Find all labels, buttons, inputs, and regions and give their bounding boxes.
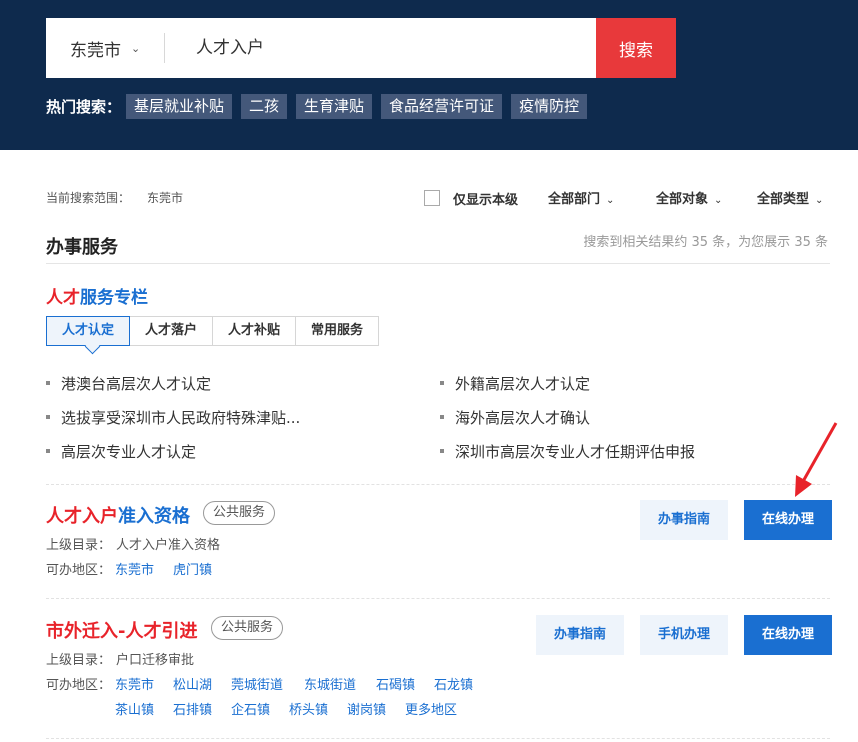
column-title-red: 人才 [46, 288, 80, 308]
list-item[interactable]: 选拔享受深圳市人民政府特殊津贴... [46, 407, 300, 428]
service-title-red: 市外迁入-人才引进 [46, 621, 198, 642]
service-title-red: 人才入户 [46, 506, 118, 527]
search-header: 东莞市 ⌄ 搜索 热门搜索： 基层就业补贴 二孩 生育津贴 食品经营许可证 疫情… [0, 0, 858, 150]
arrow-annotation-icon [795, 422, 838, 497]
scope-label: 当前搜索范围： [46, 191, 131, 205]
tab-talent-subsidy[interactable]: 人才补贴 [213, 316, 297, 346]
tab-talent-certification[interactable]: 人才认定 [46, 316, 131, 346]
area-label: 可办地区： [46, 563, 112, 578]
city-select-label: 东莞市 [70, 40, 121, 61]
area-link[interactable]: 石龙镇 [434, 674, 473, 693]
area-link[interactable]: 东莞市 [115, 674, 154, 693]
area-link[interactable]: 虎门镇 [173, 559, 212, 578]
area-link[interactable]: 东城街道 [304, 674, 356, 693]
area-link[interactable]: 企石镇 [231, 699, 270, 718]
list-item[interactable]: 高层次专业人才认定 [46, 441, 196, 462]
guide-button[interactable]: 办事指南 [640, 500, 728, 540]
tab-common-services[interactable]: 常用服务 [296, 316, 380, 346]
area-link[interactable]: 桥头镇 [289, 699, 328, 718]
chevron-down-icon: ⌄ [131, 41, 141, 55]
list-item-label: 港澳台高层次人才认定 [61, 375, 212, 393]
parent-directory-value: 户口迁移审批 [116, 653, 195, 668]
list-item-label: 深圳市高层次专业人才任期评估申报 [455, 443, 696, 461]
hot-tag[interactable]: 疫情防控 [511, 94, 588, 119]
area-link[interactable]: 莞城街道 [231, 674, 283, 693]
local-only-checkbox[interactable] [424, 190, 440, 206]
audience-filter[interactable]: 全部对象 ⌄ [656, 188, 722, 207]
list-item-label: 海外高层次人才确认 [455, 409, 591, 427]
service-badge: 公共服务 [203, 501, 276, 525]
column-title-blue: 服务专栏 [80, 288, 148, 308]
more-areas-link[interactable]: 更多地区 [405, 699, 457, 718]
department-filter[interactable]: 全部部门 ⌄ [548, 188, 614, 207]
service-title[interactable]: 市外迁入-人才引进 [46, 617, 197, 643]
bullet-icon [440, 380, 444, 385]
list-item[interactable]: 海外高层次人才确认 [440, 407, 590, 428]
local-only-label[interactable]: 仅显示本级 [453, 189, 518, 208]
area-link[interactable]: 茶山镇 [115, 699, 154, 718]
parent-directory-label: 上级目录： [46, 538, 112, 553]
hot-search-label: 热门搜索： [46, 98, 122, 116]
divider [46, 598, 830, 599]
area-link[interactable]: 谢岗镇 [347, 699, 386, 718]
list-item[interactable]: 港澳台高层次人才认定 [46, 373, 211, 394]
parent-directory-label: 上级目录： [46, 653, 112, 668]
scope-value: 东莞市 [147, 191, 184, 205]
city-select[interactable]: 东莞市 ⌄ [46, 18, 164, 78]
service-title[interactable]: 人才入户准入资格 [46, 502, 190, 528]
bullet-icon [46, 380, 50, 385]
list-item-label: 选拔享受深圳市人民政府特殊津贴... [61, 409, 301, 427]
area-link[interactable]: 东莞市 [115, 559, 154, 578]
search-input[interactable] [196, 18, 576, 78]
hot-tag[interactable]: 生育津贴 [296, 94, 373, 119]
bullet-icon [440, 448, 444, 453]
list-item-label: 高层次专业人才认定 [61, 443, 197, 461]
area-link[interactable]: 松山湖 [173, 674, 212, 693]
type-filter-label: 全部类型 [757, 192, 810, 207]
hot-tag[interactable]: 基层就业补贴 [126, 94, 233, 119]
search-button[interactable]: 搜索 [596, 18, 676, 78]
result-count: 搜索到相关结果约 35 条，为您展示 35 条 [583, 235, 828, 250]
search-box: 东莞市 ⌄ [46, 18, 596, 78]
section-title: 办事服务 [46, 237, 118, 258]
area-link[interactable]: 石碣镇 [376, 674, 415, 693]
list-item-label: 外籍高层次人才认定 [455, 375, 591, 393]
divider [46, 484, 830, 485]
tab-talent-settlement[interactable]: 人才落户 [130, 316, 214, 346]
hot-tag[interactable]: 二孩 [241, 94, 288, 119]
divider [46, 263, 830, 264]
chevron-down-icon: ⌄ [606, 195, 615, 206]
list-item[interactable]: 深圳市高层次专业人才任期评估申报 [440, 441, 695, 462]
hot-search-tags: 基层就业补贴 二孩 生育津贴 食品经营许可证 疫情防控 [126, 94, 588, 119]
hot-tag[interactable]: 食品经营许可证 [381, 94, 503, 119]
guide-button[interactable]: 办事指南 [536, 615, 624, 655]
area-label: 可办地区： [46, 678, 112, 693]
bullet-icon [46, 414, 50, 419]
department-filter-label: 全部部门 [548, 192, 601, 207]
type-filter[interactable]: 全部类型 ⌄ [757, 188, 823, 207]
online-apply-button[interactable]: 在线办理 [744, 615, 832, 655]
service-title-blue: 准入资格 [118, 506, 190, 527]
parent-directory-value: 人才入户准入资格 [116, 538, 221, 553]
mobile-apply-button[interactable]: 手机办理 [640, 615, 728, 655]
chevron-down-icon: ⌄ [815, 195, 824, 206]
audience-filter-label: 全部对象 [656, 192, 709, 207]
column-title: 人才服务专栏 [46, 283, 148, 308]
online-apply-button[interactable]: 在线办理 [744, 500, 832, 540]
bullet-icon [46, 448, 50, 453]
bullet-icon [440, 414, 444, 419]
service-badge: 公共服务 [211, 616, 284, 640]
search-divider [164, 33, 165, 63]
column-tabs: 人才认定 人才落户 人才补贴 常用服务 [46, 316, 380, 346]
area-link[interactable]: 石排镇 [173, 699, 212, 718]
chevron-down-icon: ⌄ [714, 195, 723, 206]
list-item[interactable]: 外籍高层次人才认定 [440, 373, 590, 394]
divider [46, 738, 830, 739]
